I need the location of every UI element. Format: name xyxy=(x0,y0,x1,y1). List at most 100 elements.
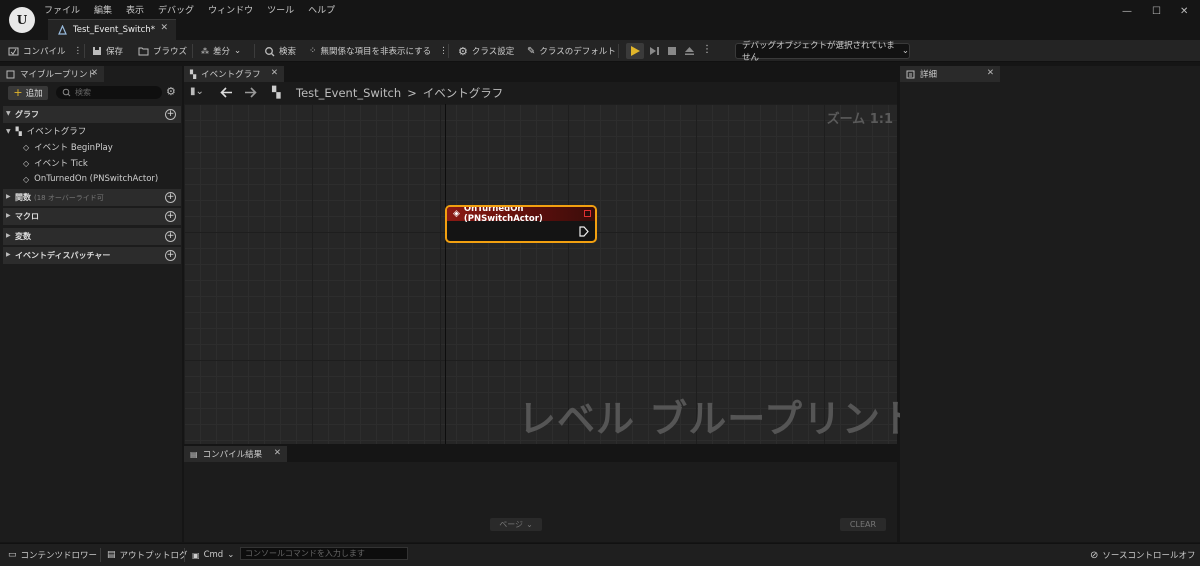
window-controls: — ☐ ✕ xyxy=(1110,0,1200,26)
menu-tools[interactable]: ツール xyxy=(267,3,294,16)
search-placeholder: 検索 xyxy=(75,88,91,97)
section-graphs[interactable]: ▼ グラフ + xyxy=(3,106,181,123)
close-icon[interactable]: ✕ xyxy=(987,68,994,78)
section-variables[interactable]: ▶ 変数 + xyxy=(3,228,181,245)
close-window-icon[interactable]: ✕ xyxy=(1180,6,1188,17)
graph-icon: ▚ xyxy=(15,126,22,136)
compile-label: コンパイル xyxy=(23,47,66,57)
add-graph-icon[interactable]: + xyxy=(165,109,176,120)
chevron-down-icon: ⌄ xyxy=(234,46,242,56)
stop-icon[interactable] xyxy=(667,46,677,56)
menu-debug[interactable]: デバッグ xyxy=(158,3,194,16)
tab-my-blueprint[interactable]: マイブループリント ✕ xyxy=(0,66,104,82)
breadcrumb-root[interactable]: Test_Event_Switch xyxy=(296,86,401,100)
tree-item[interactable]: ◇ イベント BeginPlay xyxy=(23,140,113,154)
details-icon xyxy=(906,70,915,78)
source-control-button[interactable]: ⊘ ソースコントロールオフ xyxy=(1090,548,1195,562)
event-icon: ◇ xyxy=(23,142,30,152)
add-function-icon[interactable]: + xyxy=(165,192,176,203)
section-graphs-label: グラフ xyxy=(15,110,39,119)
play-icon xyxy=(631,46,640,56)
tab-my-blueprint-label: マイブループリント xyxy=(20,70,96,80)
add-dispatcher-icon[interactable]: + xyxy=(165,250,176,261)
graph-menu-icon[interactable]: ▮⌄ xyxy=(190,86,204,97)
menu-window[interactable]: ウィンドウ xyxy=(208,3,253,16)
graph-icon: ▚ xyxy=(190,69,197,79)
section-functions[interactable]: ▶ 関数 (18 オーバーライド可 + xyxy=(3,189,181,206)
class-settings-label: クラス設定 xyxy=(471,47,515,57)
debug-object-label: デバッグオブジェクトが選択されていません xyxy=(742,41,895,63)
output-log-button[interactable]: ▤ アウトプットログ xyxy=(107,548,188,562)
more-icon[interactable]: ⋮ xyxy=(702,44,712,55)
tree-event-graph[interactable]: ▼ ▚ イベントグラフ xyxy=(6,124,86,138)
source-control-label: ソースコントロールオフ xyxy=(1102,551,1196,561)
tab-compile-results[interactable]: ▤ コンパイル結果 ✕ xyxy=(184,446,287,462)
graph-origin-line xyxy=(445,104,446,444)
caret-right-icon: ▶ xyxy=(6,251,11,258)
debug-object-select[interactable]: デバッグオブジェクトが選択されていません ⌄ xyxy=(735,41,910,63)
graph-watermark: レベル ブループリント xyxy=(518,397,920,441)
tree-item[interactable]: ◇ イベント Tick xyxy=(23,156,88,170)
tree-item[interactable]: ◇ OnTurnedOn (PNSwitchActor) xyxy=(23,172,158,186)
section-functions-note: (18 オーバーライド可 xyxy=(34,193,104,202)
forward-arrow-icon[interactable] xyxy=(244,87,257,98)
more-icon[interactable]: ⋮ xyxy=(439,46,448,56)
console-command-input[interactable]: コンソールコマンドを入力します xyxy=(240,547,408,560)
tab-details[interactable]: 詳細 ✕ xyxy=(900,66,1000,82)
drawer-icon: ▭ xyxy=(8,550,17,560)
chevron-down-icon: ⌄ xyxy=(901,46,909,56)
search-input[interactable]: 検索 xyxy=(56,86,162,99)
eject-icon[interactable] xyxy=(684,46,695,56)
delegate-pin[interactable] xyxy=(584,210,591,217)
browse-button[interactable]: ブラウズ xyxy=(138,44,187,58)
clear-label: CLEAR xyxy=(849,520,877,529)
page-button[interactable]: ページ ⌄ xyxy=(490,518,542,531)
menu-help[interactable]: ヘルプ xyxy=(308,3,335,16)
hide-unrelated-button[interactable]: ⁘ 無関係な項目を非表示にする ⋮ xyxy=(309,44,448,58)
menu-edit[interactable]: 編集 xyxy=(94,3,112,16)
clear-button[interactable]: CLEAR xyxy=(840,518,886,531)
event-node-header: ◈ OnTurnedOn (PNSwitchActor) xyxy=(447,207,595,224)
compile-button[interactable]: コンパイル ⋮ xyxy=(8,44,82,58)
back-arrow-icon[interactable] xyxy=(220,87,233,98)
diff-button[interactable]: ⁂ 差分 ⌄ xyxy=(201,44,241,58)
gear-icon[interactable]: ⚙ xyxy=(166,85,176,98)
maximize-icon[interactable]: ☐ xyxy=(1152,6,1161,17)
more-icon[interactable]: ⋮ xyxy=(74,46,83,56)
content-drawer-button[interactable]: ▭ コンテンツドロワー xyxy=(8,548,97,562)
tree-event-graph-label: イベントグラフ xyxy=(26,127,87,137)
save-button[interactable]: 保存 xyxy=(92,44,123,58)
close-icon[interactable]: ✕ xyxy=(160,23,168,33)
step-icon[interactable] xyxy=(649,46,661,56)
add-macro-icon[interactable]: + xyxy=(165,211,176,222)
terminal-icon: ▣ xyxy=(192,550,200,560)
menu-view[interactable]: 表示 xyxy=(126,3,144,16)
menu-file[interactable]: ファイル xyxy=(44,3,80,16)
class-settings-button[interactable]: ⚙ クラス設定 xyxy=(458,44,514,58)
event-node[interactable]: ◈ OnTurnedOn (PNSwitchActor) xyxy=(445,205,597,243)
section-dispatchers[interactable]: ▶ イベントディスパッチャー + xyxy=(3,247,181,264)
event-icon: ◈ xyxy=(453,209,460,219)
tab-details-label: 詳細 xyxy=(920,70,938,80)
close-icon[interactable]: ✕ xyxy=(271,68,278,78)
section-macros[interactable]: ▶ マクロ + xyxy=(3,208,181,225)
play-button[interactable] xyxy=(626,43,644,59)
menu-bar: ファイル 編集 表示 デバッグ ウィンドウ ツール ヘルプ xyxy=(44,3,335,16)
unreal-logo-icon[interactable]: U xyxy=(9,7,35,33)
exec-pin-icon[interactable] xyxy=(579,226,589,237)
tab-event-graph[interactable]: ▚ イベントグラフ ✕ xyxy=(184,66,284,82)
close-icon[interactable]: ✕ xyxy=(274,448,281,458)
minimize-icon[interactable]: — xyxy=(1122,6,1132,17)
content-drawer-label: コンテンツドロワー xyxy=(20,551,98,561)
search-button[interactable]: 検索 xyxy=(264,44,296,58)
add-variable-icon[interactable]: + xyxy=(165,231,176,242)
add-button[interactable]: + 追加 xyxy=(8,86,48,100)
close-icon[interactable]: ✕ xyxy=(91,68,98,78)
main-toolbar: コンパイル ⋮ 保存 ブラウズ ⁂ 差分 ⌄ 検索 ⁘ 無関係な項目を非表示にす… xyxy=(0,40,1200,62)
cmd-select[interactable]: ▣ Cmd ⌄ xyxy=(192,548,234,562)
class-defaults-button[interactable]: ✎ クラスのデフォルト xyxy=(527,44,616,58)
tree-item-label: イベント BeginPlay xyxy=(34,143,113,153)
document-tab[interactable]: Test_Event_Switch* ✕ xyxy=(48,19,176,40)
breadcrumb-separator: > xyxy=(407,86,417,100)
cmd-label: Cmd xyxy=(203,550,224,560)
